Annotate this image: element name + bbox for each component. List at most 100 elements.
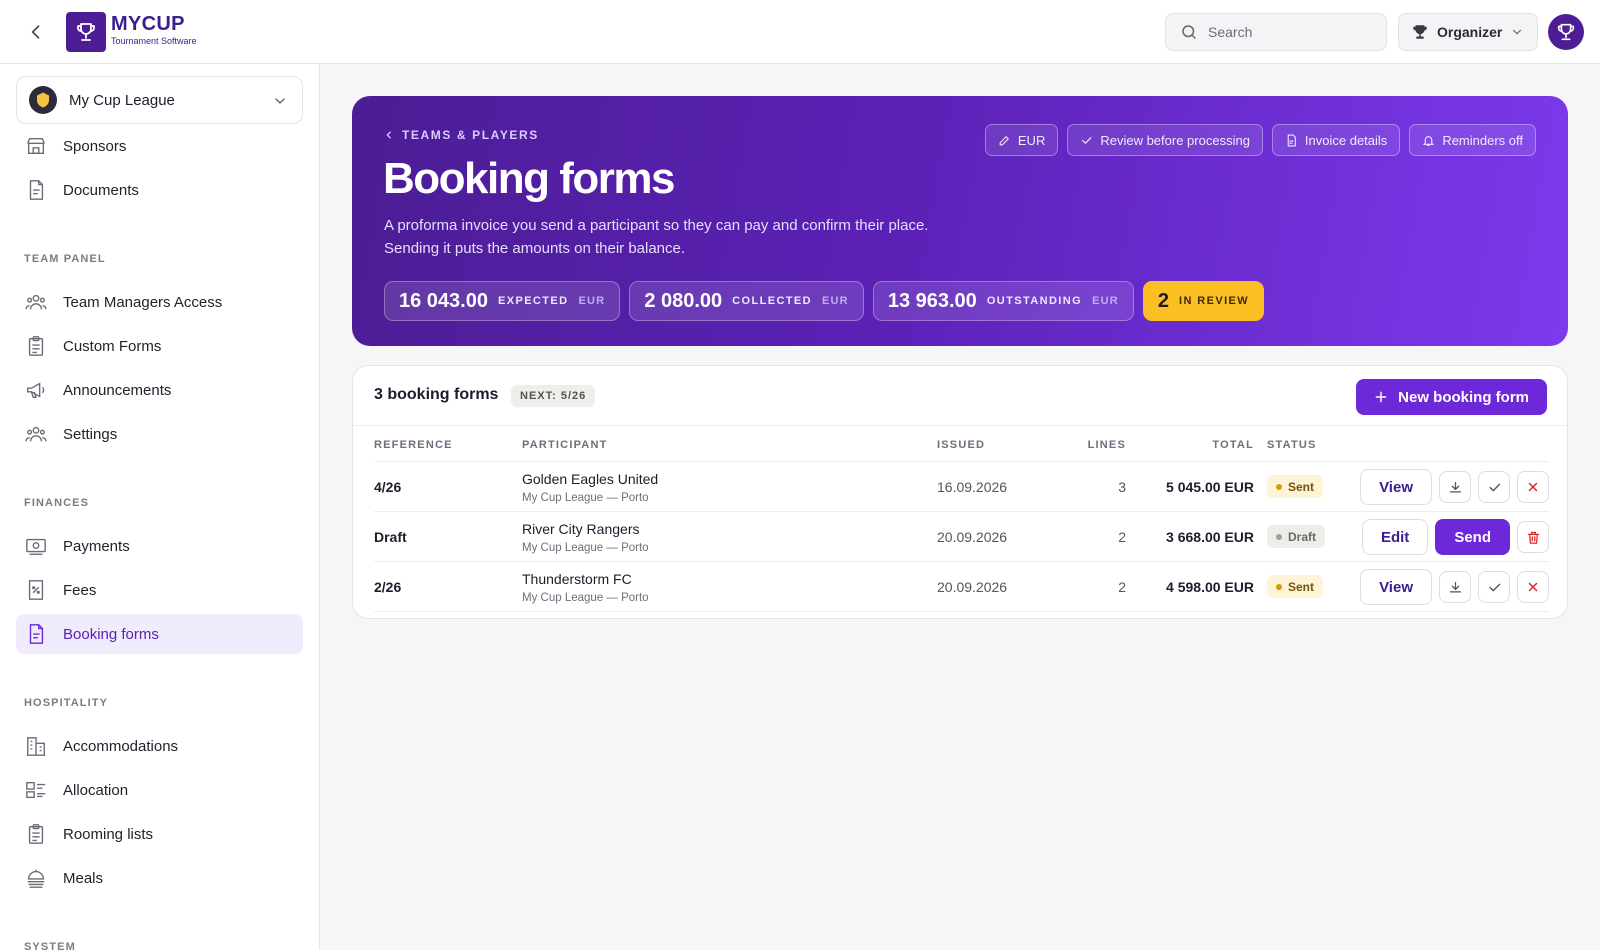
table-row[interactable]: Draft River City Rangers My Cup League —… (374, 512, 1549, 562)
row-reference: 4/26 (374, 479, 402, 495)
sidebar-item-label: Announcements (63, 381, 172, 399)
row-issued: 16.09.2026 (937, 479, 1008, 495)
view-button[interactable]: View (1360, 469, 1432, 505)
review-setting-chip[interactable]: Review before processing (1067, 124, 1263, 156)
sidebar-item-payments[interactable]: Payments (16, 526, 303, 566)
sidebar-item-rooming-lists[interactable]: Rooming lists (16, 814, 303, 854)
role-switcher[interactable]: Organizer (1398, 13, 1538, 51)
sidebar-item-settings[interactable]: Settings (16, 414, 303, 454)
new-booking-form-button[interactable]: New booking form (1356, 379, 1547, 415)
reminders-chip[interactable]: Reminders off (1409, 124, 1536, 156)
stat-label: IN REVIEW (1179, 295, 1250, 307)
cancel-button[interactable] (1517, 471, 1549, 503)
status-label: Draft (1288, 529, 1317, 544)
column-header-status[interactable]: STATUS (1267, 439, 1317, 451)
search-input[interactable] (1208, 24, 1368, 40)
table-row[interactable]: 4/26 Golden Eagles United My Cup League … (374, 462, 1549, 512)
org-logo (29, 86, 57, 114)
row-issued: 20.09.2026 (937, 579, 1008, 595)
search-box[interactable] (1165, 13, 1387, 51)
invoice-details-chip[interactable]: Invoice details (1271, 124, 1401, 156)
row-issued: 20.09.2026 (937, 529, 1008, 545)
receipt-icon (28, 580, 44, 600)
chip-label: Invoice details (1304, 132, 1388, 148)
view-button[interactable]: View (1360, 569, 1432, 605)
breadcrumb-back[interactable]: TEAMS & PLAYERS (384, 128, 539, 142)
column-header-issued[interactable]: ISSUED (937, 439, 985, 451)
breadcrumb-label: TEAMS & PLAYERS (402, 128, 539, 142)
sidebar-item-meals[interactable]: Meals (16, 858, 303, 898)
page-title: Booking forms (383, 154, 675, 203)
building-icon (27, 137, 45, 155)
download-button[interactable] (1439, 571, 1471, 603)
close-icon (1528, 482, 1538, 492)
column-header-lines[interactable]: LINES (1074, 439, 1126, 451)
table-row[interactable]: 2/26 Thunderstorm FC My Cup League — Por… (374, 562, 1549, 612)
sidebar-item-label: Sponsors (63, 137, 127, 155)
cancel-button[interactable] (1517, 571, 1549, 603)
column-header-reference[interactable]: REFERENCE (374, 439, 453, 451)
column-header-total[interactable]: TOTAL (1134, 439, 1254, 451)
row-actions: View (1360, 469, 1549, 505)
row-total: 4 598.00 EUR (1166, 579, 1254, 595)
approve-button[interactable] (1478, 471, 1510, 503)
org-name: My Cup League (69, 91, 175, 109)
document-icon (29, 624, 44, 644)
stat-label: EXPECTED (497, 295, 569, 307)
sidebar-item-documents[interactable]: Documents (16, 170, 303, 210)
hotel-icon (26, 737, 46, 756)
chevron-down-icon (1513, 29, 1522, 35)
approve-button[interactable] (1478, 571, 1510, 603)
sidebar-item-accommodations[interactable]: Accommodations (16, 726, 303, 766)
users-icon (25, 294, 47, 310)
column-header-participant[interactable]: PARTICIPANT (522, 439, 608, 451)
back-button[interactable] (24, 20, 48, 44)
file-icon (1287, 134, 1296, 146)
sidebar-item-custom-forms[interactable]: Custom Forms (16, 326, 303, 366)
edit-button[interactable]: Edit (1361, 519, 1429, 555)
group-settings-icon (25, 426, 47, 442)
status-badge: Draft (1267, 525, 1326, 548)
row-actions: Edit Send (1361, 519, 1549, 555)
sidebar-item-label: Allocation (63, 781, 129, 799)
stat-in-review[interactable]: 2 IN REVIEW (1142, 281, 1265, 321)
row-participant[interactable]: River City Rangers (522, 521, 639, 537)
chip-label: Reminders off (1442, 132, 1523, 148)
sidebar-item-allocation[interactable]: Allocation (16, 770, 303, 810)
shield-icon (37, 92, 49, 108)
sidebar-item-sponsors[interactable]: Sponsors (16, 126, 303, 166)
stat-collected: 2 080.00 COLLECTED EUR (629, 281, 864, 321)
status-label: Sent (1288, 479, 1315, 494)
row-location: My Cup League — Porto (522, 492, 649, 504)
nav-section-hospitality: HOSPITALITY (24, 697, 109, 709)
plus-icon (1375, 391, 1387, 403)
meal-icon (27, 869, 45, 888)
check-icon (1082, 136, 1092, 144)
delete-button[interactable] (1517, 521, 1549, 553)
sidebar-item-fees[interactable]: Fees (16, 570, 303, 610)
download-button[interactable] (1439, 471, 1471, 503)
sidebar-item-announcements[interactable]: Announcements (16, 370, 303, 410)
stat-value: 13 963.00 (887, 289, 977, 312)
stat-expected: 16 043.00 EXPECTED EUR (384, 281, 621, 321)
user-avatar[interactable] (1548, 14, 1584, 50)
currency-chip[interactable]: EUR (984, 124, 1059, 156)
clipboard-icon (28, 824, 44, 844)
stat-value: 2 (1157, 289, 1170, 312)
pencil-icon (999, 135, 1009, 145)
row-participant[interactable]: Golden Eagles United (522, 471, 658, 487)
row-participant[interactable]: Thunderstorm FC (522, 571, 632, 587)
logo[interactable] (66, 12, 106, 52)
send-button[interactable]: Send (1435, 519, 1510, 555)
description-line: Sending it puts the amounts on their bal… (384, 240, 686, 257)
org-selector[interactable]: My Cup League (16, 76, 303, 124)
summary-stats: 16 043.00 EXPECTED EUR 2 080.00 COLLECTE… (384, 281, 1265, 321)
row-reference: Draft (374, 529, 407, 545)
sidebar-item-team-managers-access[interactable]: Team Managers Access (16, 282, 303, 322)
download-icon (1449, 581, 1461, 592)
sidebar-item-booking-forms[interactable]: Booking forms (16, 614, 303, 654)
row-reference: 2/26 (374, 579, 402, 595)
brand-name: MYCUP (111, 13, 185, 35)
forms-count: 3 booking forms (374, 386, 499, 403)
button-label: New booking form (1398, 388, 1529, 406)
